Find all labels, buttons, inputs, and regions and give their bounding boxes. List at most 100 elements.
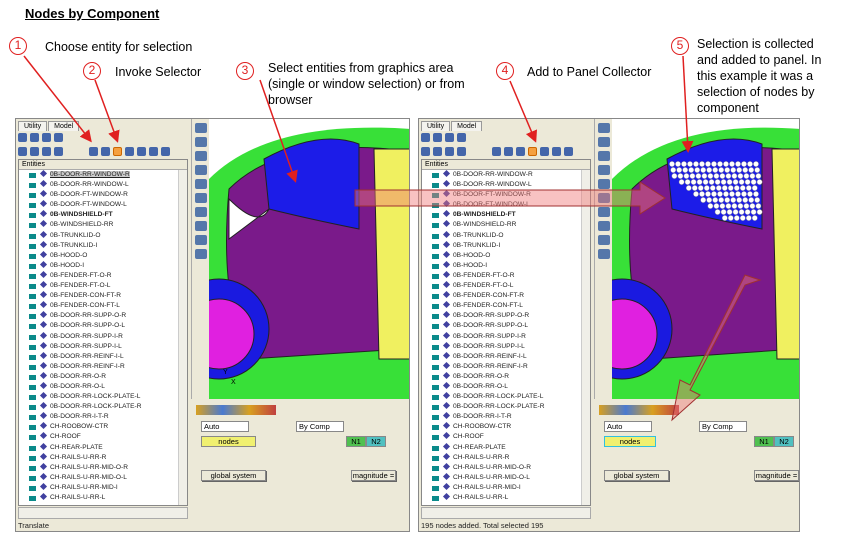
view-icon[interactable]	[195, 221, 207, 231]
selector-icon[interactable]	[113, 147, 122, 156]
view-icon[interactable]	[598, 249, 610, 259]
list-item[interactable]: 0B-TRUNKLID-O	[422, 230, 590, 241]
list-item[interactable]: CH-RAILS-U-RR-MID-O-R	[422, 462, 590, 473]
add-to-collector-icon[interactable]	[528, 147, 537, 156]
global-system-button[interactable]: global system	[201, 470, 266, 481]
toolbar-icon[interactable]	[54, 133, 63, 142]
list-item[interactable]: 0B-DOOR-RR-REINF-I-R	[422, 361, 590, 372]
list-item[interactable]: CH-ROOBOW-CTR	[19, 422, 187, 432]
list-item[interactable]: 0B-DOOR-RR-SUPP-O-L	[422, 321, 590, 331]
list-item[interactable]: CH-RAILS-U-RR-MID-I	[422, 482, 590, 493]
auto-select[interactable]: Auto	[604, 421, 652, 432]
view-icon[interactable]	[195, 179, 207, 189]
list-item[interactable]: CH-RAILS-U-RR-R	[422, 452, 590, 463]
nodes-collector[interactable]: nodes	[201, 436, 256, 447]
toolbar-icon[interactable]	[552, 147, 561, 156]
view-icon[interactable]	[598, 235, 610, 245]
auto-select[interactable]: Auto	[201, 421, 249, 432]
list-item[interactable]: CH-RAILS-U-RR-R	[19, 452, 187, 463]
n1-button[interactable]: N1	[346, 436, 366, 447]
tab-model[interactable]: Model	[451, 121, 483, 131]
tab-utility[interactable]: Utility	[18, 121, 48, 131]
entity-list[interactable]: Entities 0B-DOOR-RR-WINDOW-R 0B-DOOR-RR-W…	[421, 159, 591, 506]
vertical-scrollbar[interactable]	[178, 170, 187, 505]
list-item[interactable]: 0B-DOOR-RR-SUPP-O-R	[422, 311, 590, 321]
view-icon[interactable]	[195, 123, 207, 133]
list-item[interactable]: 0B-DOOR-FT-WINDOW-L	[422, 200, 590, 210]
toolbar-icon[interactable]	[18, 133, 27, 142]
list-item[interactable]: 0B-DOOR-RR-WINDOW-L	[19, 180, 187, 190]
n2-button[interactable]: N2	[774, 436, 794, 447]
list-item[interactable]: 0B-DOOR-RR-SUPP-I-R	[422, 331, 590, 342]
list-item[interactable]: 0B-HOOD-I	[19, 260, 187, 271]
toolbar-icon[interactable]	[42, 147, 51, 156]
list-item[interactable]: 0B-FENDER-FT-O-R	[422, 270, 590, 281]
list-item[interactable]: 0B-DOOR-RR-LOCK-PLATE-R	[19, 402, 187, 412]
view-icon[interactable]	[195, 137, 207, 147]
horizontal-scrollbar[interactable]	[18, 507, 188, 519]
entity-type-icon[interactable]	[492, 147, 501, 156]
entity-icon[interactable]	[101, 147, 110, 156]
remove-icon[interactable]	[137, 147, 146, 156]
toolbar-icon[interactable]	[421, 147, 430, 156]
view-icon[interactable]	[195, 193, 207, 203]
list-item[interactable]: CH-ROOF	[19, 432, 187, 442]
view-icon[interactable]	[195, 249, 207, 259]
view-icon[interactable]	[598, 165, 610, 175]
magnitude-button[interactable]: magnitude =	[754, 470, 799, 481]
toolbar-icon[interactable]	[18, 147, 27, 156]
list-item[interactable]: 0B-FENDER-FT-O-L	[422, 280, 590, 291]
view-icon[interactable]	[195, 207, 207, 217]
view-icon[interactable]	[598, 193, 610, 203]
toolbar-icon[interactable]	[30, 133, 39, 142]
list-item[interactable]: 0B-DOOR-RR-O-L	[422, 381, 590, 392]
list-item[interactable]: 0B-TRUNKLID-O	[19, 230, 187, 241]
entity-type-icon[interactable]	[89, 147, 98, 156]
graphics-area[interactable]: X Y	[168, 119, 409, 399]
toolbar-icon[interactable]	[433, 133, 442, 142]
list-item[interactable]: CH-ROOBOW-CTR	[422, 422, 590, 432]
tab-utility[interactable]: Utility	[421, 121, 451, 131]
undo-icon[interactable]	[564, 147, 573, 156]
list-item[interactable]: CH-RAILS-U-RR-MID-O-L	[19, 472, 187, 483]
entity-icon[interactable]	[504, 147, 513, 156]
nodes-collector[interactable]: nodes	[604, 436, 656, 447]
list-item[interactable]: 0B-DOOR-FT-WINDOW-R	[422, 190, 590, 200]
view-icon[interactable]	[598, 207, 610, 217]
list-item[interactable]: 0B-WINDSHIELD-RR	[422, 220, 590, 230]
list-item[interactable]: 0B-WINDSHIELD-RR	[19, 220, 187, 230]
list-item[interactable]: 0B-FENDER-FT-O-L	[19, 280, 187, 291]
list-item[interactable]: 0B-DOOR-RR-WINDOW-R	[422, 169, 590, 180]
list-item[interactable]: 0B-TRUNKLID-I	[19, 240, 187, 251]
toolbar-icon[interactable]	[445, 147, 454, 156]
list-item[interactable]: 0B-FENDER-CON-FT-L	[422, 301, 590, 311]
panel-toolbar-icons[interactable]	[599, 405, 679, 415]
list-item[interactable]: 0B-WINDSHIELD-FT	[19, 210, 187, 220]
list-item[interactable]: 0B-TRUNKLID-I	[422, 240, 590, 251]
toolbar-icon[interactable]	[457, 147, 466, 156]
list-item[interactable]: 0B-DOOR-RR-SUPP-I-L	[19, 341, 187, 352]
toolbar-icon[interactable]	[54, 147, 63, 156]
list-item[interactable]: 0B-DOOR-RR-LOCK-PLATE-R	[422, 402, 590, 412]
tab-model[interactable]: Model	[48, 121, 80, 131]
view-icon[interactable]	[598, 137, 610, 147]
selector-icon[interactable]	[516, 147, 525, 156]
toolbar-icon[interactable]	[433, 147, 442, 156]
list-item[interactable]: CH-REAR-PLATE	[422, 442, 590, 453]
view-icon[interactable]	[195, 235, 207, 245]
view-icon[interactable]	[598, 179, 610, 189]
list-item[interactable]: 0B-DOOR-RR-REINF-I-L	[422, 351, 590, 362]
remove-icon[interactable]	[540, 147, 549, 156]
panel-toolbar-icons[interactable]	[196, 405, 276, 415]
view-icon[interactable]	[598, 151, 610, 161]
list-item[interactable]: CH-RAILS-U-RR-MID-I	[19, 482, 187, 493]
list-item[interactable]: 0B-WINDSHIELD-FT	[422, 210, 590, 220]
global-system-button[interactable]: global system	[604, 470, 669, 481]
list-item[interactable]: 0B-DOOR-RR-O-R	[19, 371, 187, 382]
graphics-area[interactable]	[571, 119, 799, 399]
list-item[interactable]: 0B-HOOD-O	[422, 250, 590, 261]
list-item[interactable]: 0B-DOOR-RR-SUPP-I-L	[422, 341, 590, 352]
list-item[interactable]: 0B-HOOD-O	[19, 250, 187, 261]
list-item[interactable]: 0B-DOOR-FT-WINDOW-R	[19, 190, 187, 200]
add-icon[interactable]	[125, 147, 134, 156]
